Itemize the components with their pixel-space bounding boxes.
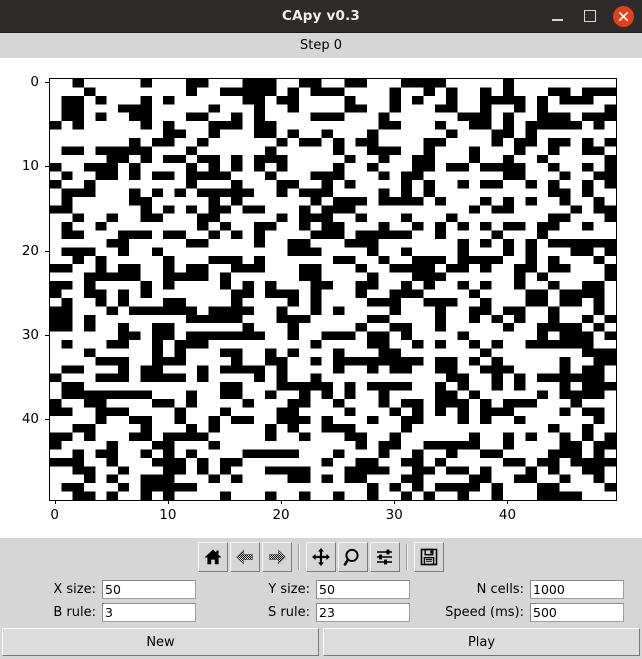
minimize-icon [551, 18, 563, 21]
sliders-icon [377, 549, 392, 565]
maximize-button[interactable] [580, 6, 600, 26]
label-n-cells: N cells: [476, 582, 524, 597]
controls-panel: X size: 50 Y size: 50 N cells: 1000 B ru… [0, 576, 642, 624]
input-x-size[interactable]: 50 [102, 580, 196, 599]
move-cross-icon [312, 548, 330, 566]
label-x-size: X size: [53, 582, 96, 597]
x-tick-mark [54, 500, 56, 504]
y-tick-mark [45, 250, 49, 252]
label-b-rule: B rule: [53, 605, 96, 620]
y-tick-mark [45, 166, 49, 168]
configure-subplots-button[interactable] [370, 542, 400, 572]
field-y-size: Y size: 50 [214, 580, 428, 599]
new-button[interactable]: New [2, 628, 319, 656]
titlebar: CApy v0.3 [0, 0, 642, 33]
field-b-rule: B rule: 3 [0, 603, 214, 622]
zoom-button[interactable] [338, 542, 368, 572]
field-n-cells: N cells: 1000 [428, 580, 642, 599]
y-tick-label: 0 [30, 74, 39, 91]
x-tick-mark [167, 500, 169, 504]
input-n-cells[interactable]: 1000 [530, 580, 624, 599]
label-speed-ms: Speed (ms): [445, 605, 524, 620]
play-button[interactable]: Play [323, 628, 640, 656]
home-button[interactable] [198, 542, 228, 572]
y-tick-label: 30 [21, 326, 39, 343]
app-window: CApy v0.3 Step 0 0 10 20 30 40 0 10 20 30 40 [0, 0, 642, 659]
controls-row-1: X size: 50 Y size: 50 N cells: 1000 [0, 578, 642, 601]
field-s-rule: S rule: 23 [214, 603, 428, 622]
window-controls [547, 0, 634, 32]
input-y-size[interactable]: 50 [316, 580, 410, 599]
field-speed-ms: Speed (ms): 500 [428, 603, 642, 622]
magnifier-icon [343, 548, 359, 566]
navigation-toolbar [0, 538, 642, 576]
forward-button[interactable] [262, 542, 292, 572]
window-title: CApy v0.3 [281, 8, 361, 24]
field-x-size: X size: 50 [0, 580, 214, 599]
arrow-right-icon [269, 549, 286, 565]
y-tick-label: 40 [21, 411, 39, 427]
input-s-rule[interactable]: 23 [316, 603, 410, 622]
x-tick-mark [507, 500, 509, 504]
x-tick-label: 30 [385, 507, 403, 523]
x-tick-label: 10 [159, 507, 177, 523]
close-icon [618, 11, 629, 21]
minimize-button[interactable] [547, 6, 567, 26]
cellular-automaton-grid[interactable] [50, 79, 616, 500]
close-button[interactable] [613, 5, 634, 27]
toolbar-separator-1 [298, 544, 300, 570]
home-icon [204, 549, 222, 565]
x-tick-mark [281, 500, 283, 504]
controls-row-2: B rule: 3 S rule: 23 Speed (ms): 500 [0, 601, 642, 624]
pan-button[interactable] [306, 542, 336, 572]
label-y-size: Y size: [268, 582, 310, 597]
input-b-rule[interactable]: 3 [102, 603, 196, 622]
x-tick-label: 0 [50, 507, 59, 523]
input-speed-ms[interactable]: 500 [530, 603, 624, 622]
figure-canvas[interactable]: 0 10 20 30 40 0 10 20 30 40 [0, 58, 642, 538]
x-tick-mark [394, 500, 396, 504]
y-tick-label: 20 [21, 242, 39, 259]
x-tick-label: 40 [498, 507, 517, 523]
y-tick-mark [45, 82, 49, 84]
y-tick-mark [45, 334, 49, 336]
label-s-rule: S rule: [268, 605, 310, 620]
arrow-left-icon [236, 549, 253, 565]
action-buttons: New Play [0, 624, 642, 659]
y-tick-mark [45, 419, 49, 420]
maximize-icon [584, 10, 596, 22]
y-tick-label: 10 [21, 158, 39, 175]
step-label: Step 0 [0, 33, 642, 58]
toolbar-separator-2 [406, 544, 408, 570]
save-button[interactable] [414, 542, 444, 572]
floppy-save-icon [420, 548, 438, 566]
ca-axes[interactable] [49, 78, 617, 501]
x-tick-label: 20 [272, 507, 290, 523]
back-button[interactable] [230, 542, 260, 572]
